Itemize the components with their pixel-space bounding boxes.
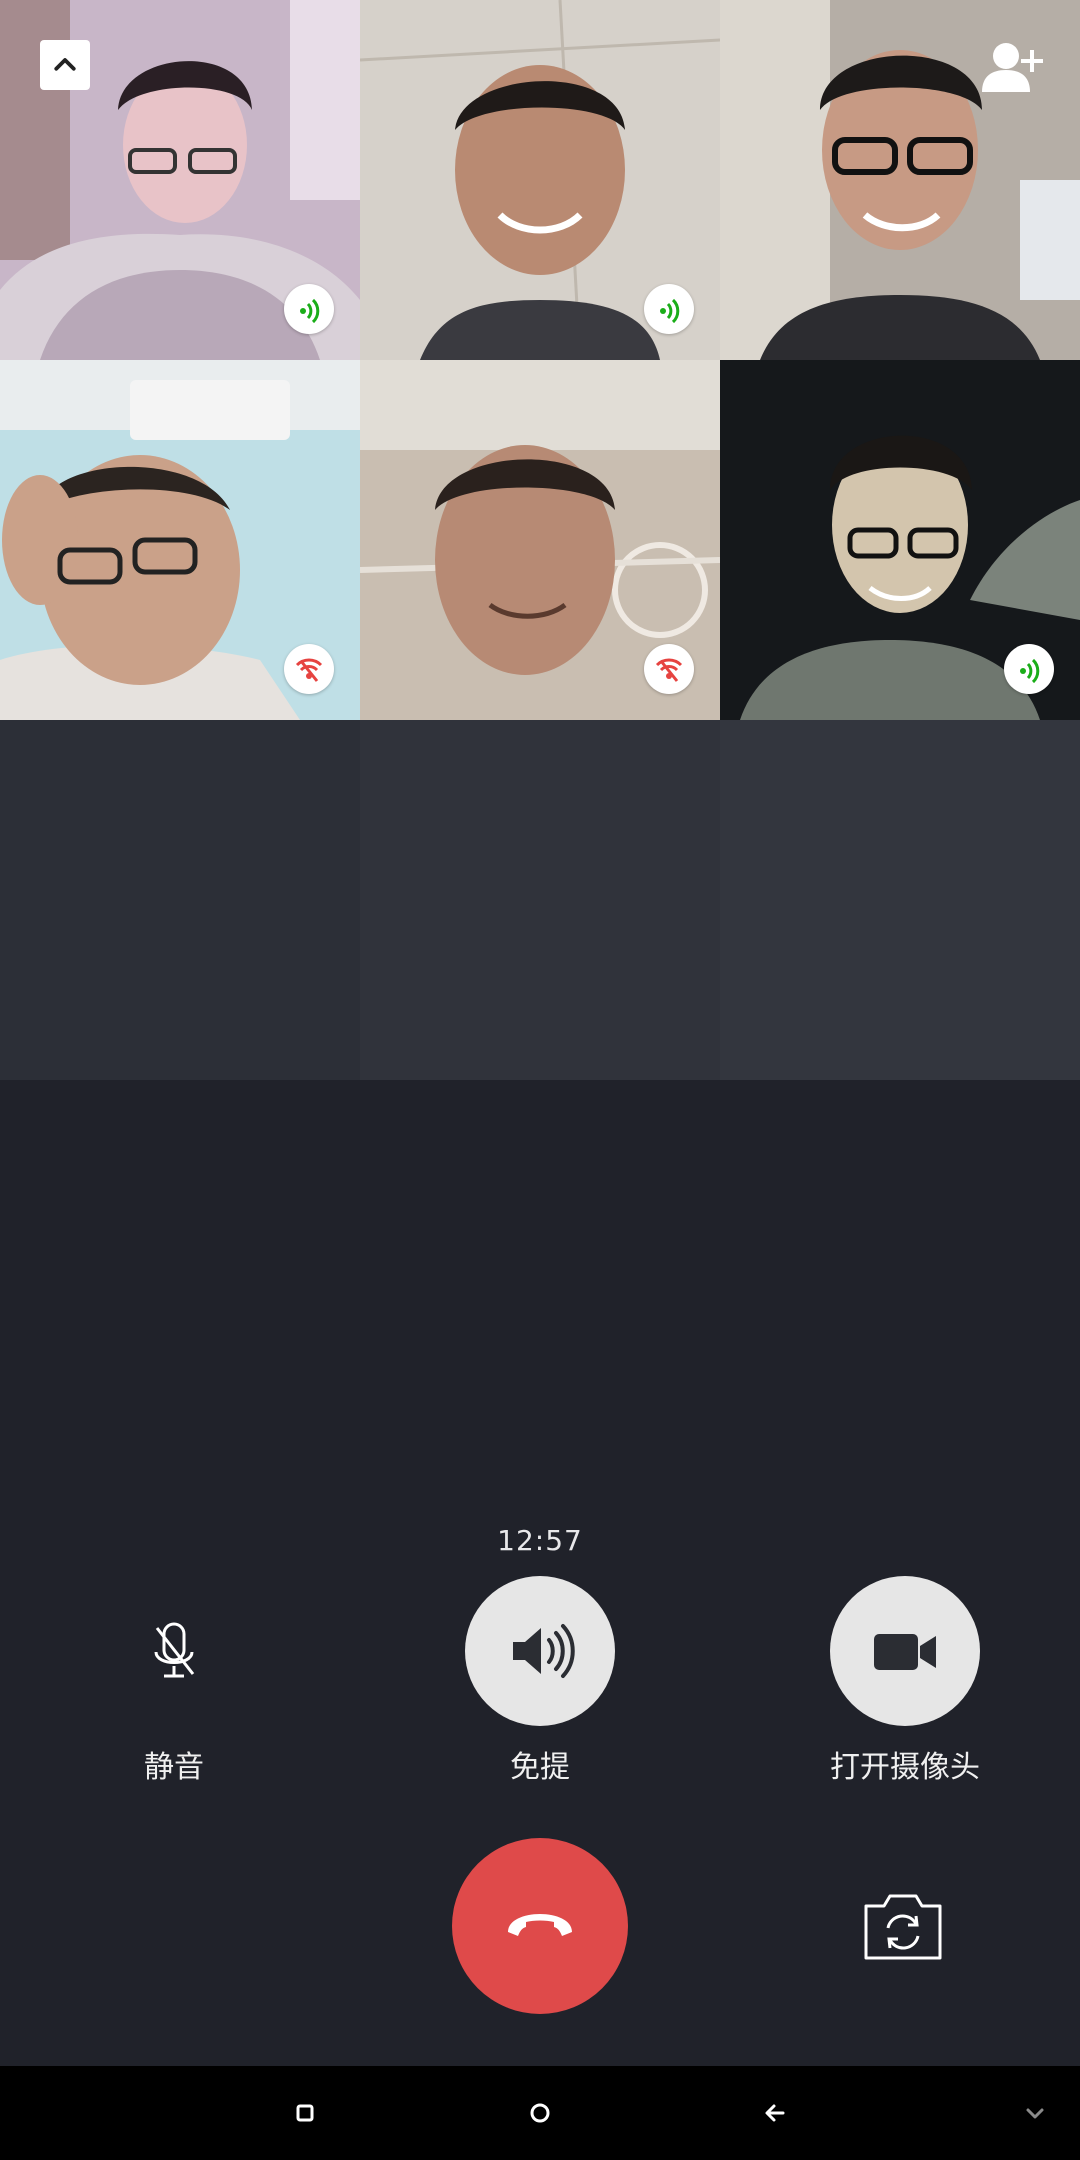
back-arrow-icon bbox=[765, 2104, 785, 2122]
chevron-up-icon bbox=[54, 58, 76, 71]
mute-button[interactable] bbox=[99, 1576, 249, 1726]
call-duration-timer: 12:57 bbox=[497, 1524, 583, 1557]
participant-grid bbox=[0, 0, 1080, 1080]
participant-tile-6[interactable] bbox=[720, 360, 1080, 720]
system-navigation-bar bbox=[0, 2066, 1080, 2160]
signal-good-icon bbox=[300, 298, 320, 324]
hang-up-phone-icon bbox=[508, 1914, 572, 1936]
empty-participant-slot bbox=[360, 720, 720, 1080]
switch-camera-icon bbox=[864, 1894, 942, 1960]
speaker-button[interactable] bbox=[465, 1576, 615, 1726]
video-camera-icon bbox=[874, 1634, 936, 1670]
signal-good-icon bbox=[660, 298, 680, 324]
home-button[interactable] bbox=[515, 2088, 565, 2138]
signal-strength-indicator bbox=[284, 284, 334, 334]
speaker-icon bbox=[513, 1624, 575, 1678]
participant-tile-2[interactable] bbox=[360, 0, 720, 360]
empty-participant-slot bbox=[720, 720, 1080, 1080]
hang-up-button[interactable] bbox=[452, 1838, 628, 2014]
mute-label: 静音 bbox=[144, 1750, 204, 1785]
hide-navbar-button[interactable] bbox=[1010, 2088, 1060, 2138]
add-person-icon bbox=[982, 43, 1043, 92]
camera-button[interactable] bbox=[830, 1576, 980, 1726]
signal-poor-icon bbox=[655, 658, 683, 682]
home-circle-icon bbox=[530, 2103, 550, 2123]
participant-tile-4[interactable] bbox=[0, 360, 360, 720]
minimize-call-button[interactable] bbox=[40, 40, 90, 90]
signal-strength-indicator bbox=[1004, 644, 1054, 694]
signal-poor-icon bbox=[295, 658, 323, 682]
collapse-chevron-icon bbox=[1026, 2108, 1044, 2119]
signal-strength-indicator bbox=[284, 644, 334, 694]
microphone-off-icon bbox=[154, 1622, 195, 1678]
signal-strength-indicator bbox=[644, 644, 694, 694]
switch-camera-button[interactable] bbox=[860, 1888, 946, 1964]
speaker-label: 免提 bbox=[510, 1750, 570, 1785]
video-call-screen: 12:57 静音 免提 打开摄像头 bbox=[0, 0, 1080, 2160]
recents-square-icon bbox=[296, 2104, 314, 2122]
camera-label: 打开摄像头 bbox=[830, 1750, 980, 1785]
signal-good-icon bbox=[1020, 658, 1040, 684]
participant-tile-5[interactable] bbox=[360, 360, 720, 720]
empty-participant-slot bbox=[0, 720, 360, 1080]
mute-control[interactable]: 静音 bbox=[64, 1576, 284, 1786]
signal-strength-indicator bbox=[644, 284, 694, 334]
speaker-control[interactable]: 免提 bbox=[430, 1576, 650, 1786]
recents-button[interactable] bbox=[280, 2088, 330, 2138]
camera-control[interactable]: 打开摄像头 bbox=[795, 1576, 1015, 1786]
back-button[interactable] bbox=[750, 2088, 800, 2138]
add-member-button[interactable] bbox=[978, 36, 1050, 96]
